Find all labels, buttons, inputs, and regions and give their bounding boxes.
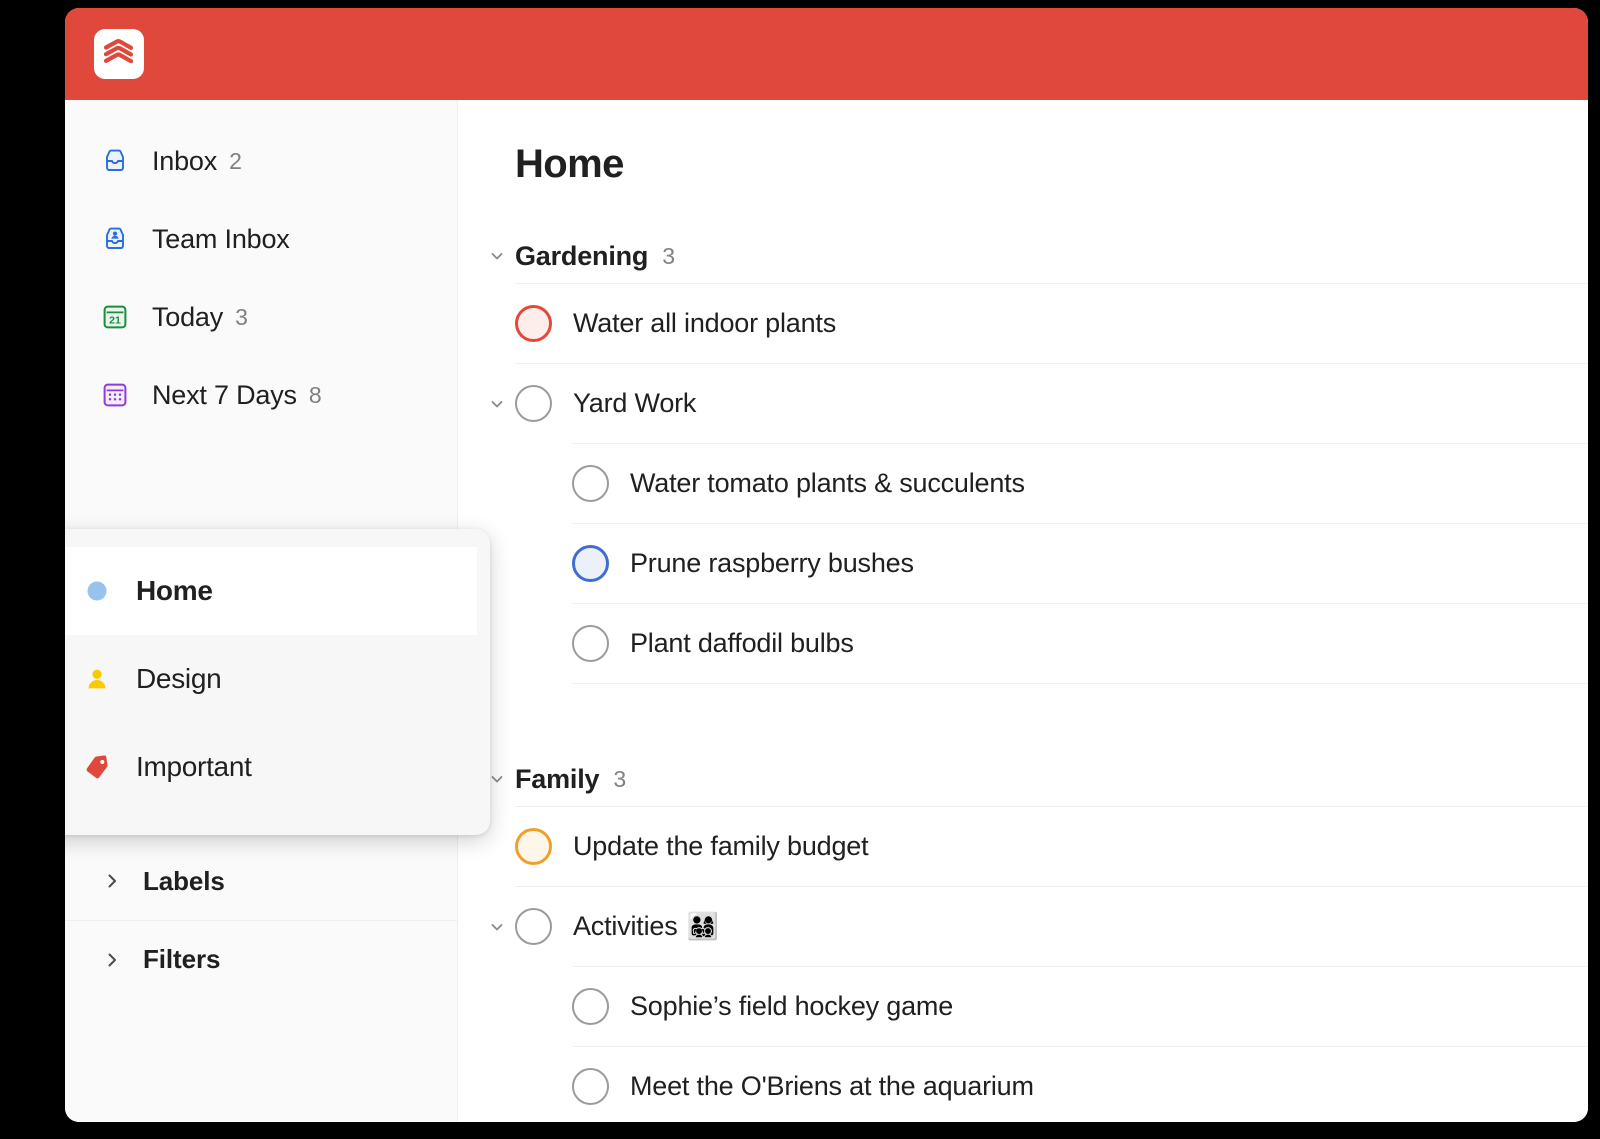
sidebar-item-count: 2 xyxy=(229,147,242,174)
sidebar-item-team-inbox[interactable]: Team Inbox xyxy=(65,200,457,278)
task-title: Water tomato plants & succulents xyxy=(630,468,1025,498)
task-title: Water all indoor plants xyxy=(573,308,837,338)
chevron-right-icon xyxy=(95,950,129,970)
section-name: Gardening xyxy=(515,240,649,271)
section-count: 3 xyxy=(662,242,676,269)
task-checkbox[interactable] xyxy=(572,625,609,662)
task-title: Activities xyxy=(573,911,678,941)
calendar-today-icon: 21 xyxy=(98,300,132,334)
sidebar-item-count: 8 xyxy=(308,381,322,408)
sidebar-item-filters[interactable]: Filters xyxy=(65,920,458,998)
sidebar-item-label: Next 7 Days xyxy=(152,379,297,410)
sidebar-item-label: Inbox xyxy=(152,145,218,176)
task-checkbox[interactable] xyxy=(572,465,609,502)
section-header[interactable]: Gardening 3 xyxy=(479,229,1588,283)
popover-item-design[interactable]: Design xyxy=(65,635,490,723)
family-emoji-icon: 👨‍👩‍👧‍👦 xyxy=(686,911,719,941)
task-row[interactable]: Activities 👨‍👩‍👧‍👦 xyxy=(491,886,1588,966)
task-title: Prune raspberry bushes xyxy=(630,548,914,578)
sidebar-item-today[interactable]: 21 Today 3 xyxy=(65,278,457,356)
inbox-icon xyxy=(98,144,132,178)
project-popover: Home Design Important xyxy=(65,529,490,835)
person-icon xyxy=(80,662,114,696)
task-title: Yard Work xyxy=(573,388,697,418)
popover-item-home[interactable]: Home xyxy=(65,547,477,635)
chevron-down-icon[interactable] xyxy=(479,246,515,266)
sidebar-item-count: 3 xyxy=(235,303,248,330)
app-topbar xyxy=(65,8,1588,100)
task-checkbox[interactable] xyxy=(515,908,552,945)
popover-item-label: Important xyxy=(136,751,252,782)
task-checkbox[interactable] xyxy=(572,1068,609,1105)
page-title: Home xyxy=(515,142,624,186)
sidebar-item-label: Team Inbox xyxy=(152,223,290,254)
section-count: 3 xyxy=(613,765,627,792)
dot-icon xyxy=(80,574,114,608)
task-checkbox[interactable] xyxy=(572,545,609,582)
task-title: Plant daffodil bulbs xyxy=(630,628,854,658)
chevron-right-icon xyxy=(95,871,129,891)
popover-item-important[interactable]: Important xyxy=(65,723,490,811)
tag-icon xyxy=(80,750,114,784)
app-window: Inbox 2 Team Inbox 21 Today 3 Next 7 Day… xyxy=(65,8,1588,1122)
task-row[interactable]: Sophie’s field hockey game xyxy=(572,966,1588,1046)
sidebar-collapse-label: Labels xyxy=(143,865,225,896)
section-family: Family 3 Update the family budget Activi… xyxy=(491,752,1588,1122)
task-row[interactable]: Yard Work xyxy=(491,363,1588,443)
task-checkbox[interactable] xyxy=(515,305,552,342)
sidebar-item-inbox[interactable]: Inbox 2 xyxy=(65,122,457,200)
sidebar-item-labels[interactable]: Labels xyxy=(65,842,458,920)
task-row[interactable]: Meet the O'Briens at the aquarium xyxy=(572,1046,1588,1122)
todoist-logo-icon[interactable] xyxy=(94,29,144,79)
calendar-week-icon xyxy=(98,378,132,412)
section-gardening: Gardening 3 Water all indoor plants Yard… xyxy=(491,229,1588,684)
app-body: Inbox 2 Team Inbox 21 Today 3 Next 7 Day… xyxy=(65,100,1588,1122)
task-row[interactable]: Plant daffodil bulbs xyxy=(572,603,1588,683)
sidebar-item-next-7-days[interactable]: Next 7 Days 8 xyxy=(65,356,457,434)
main-content: Home Gardening 3 Water all indoor plants xyxy=(458,100,1588,1122)
popover-item-label: Design xyxy=(136,663,222,694)
popover-item-label: Home xyxy=(136,575,213,606)
task-row[interactable]: Prune raspberry bushes xyxy=(572,523,1588,603)
section-header[interactable]: Family 3 xyxy=(479,752,1588,806)
chevron-down-icon[interactable] xyxy=(479,394,515,414)
task-row[interactable]: Water tomato plants & succulents xyxy=(572,443,1588,523)
task-title: Update the family budget xyxy=(573,831,869,861)
task-row[interactable]: Update the family budget xyxy=(515,806,1588,886)
task-row[interactable]: Water all indoor plants xyxy=(515,283,1588,363)
sidebar-item-label: Today xyxy=(152,301,224,332)
task-title: Sophie’s field hockey game xyxy=(630,991,954,1021)
task-checkbox[interactable] xyxy=(515,828,552,865)
task-checkbox[interactable] xyxy=(572,988,609,1025)
team-inbox-icon xyxy=(98,222,132,256)
svg-text:21: 21 xyxy=(109,314,121,326)
sidebar: Inbox 2 Team Inbox 21 Today 3 Next 7 Day… xyxy=(65,100,490,1122)
chevron-down-icon[interactable] xyxy=(479,917,515,937)
sidebar-collapse-label: Filters xyxy=(143,944,221,974)
task-title: Meet the O'Briens at the aquarium xyxy=(630,1071,1034,1101)
sidebar-collapsible-group: Labels Filters xyxy=(65,842,458,998)
task-checkbox[interactable] xyxy=(515,385,552,422)
section-name: Family xyxy=(515,763,600,794)
